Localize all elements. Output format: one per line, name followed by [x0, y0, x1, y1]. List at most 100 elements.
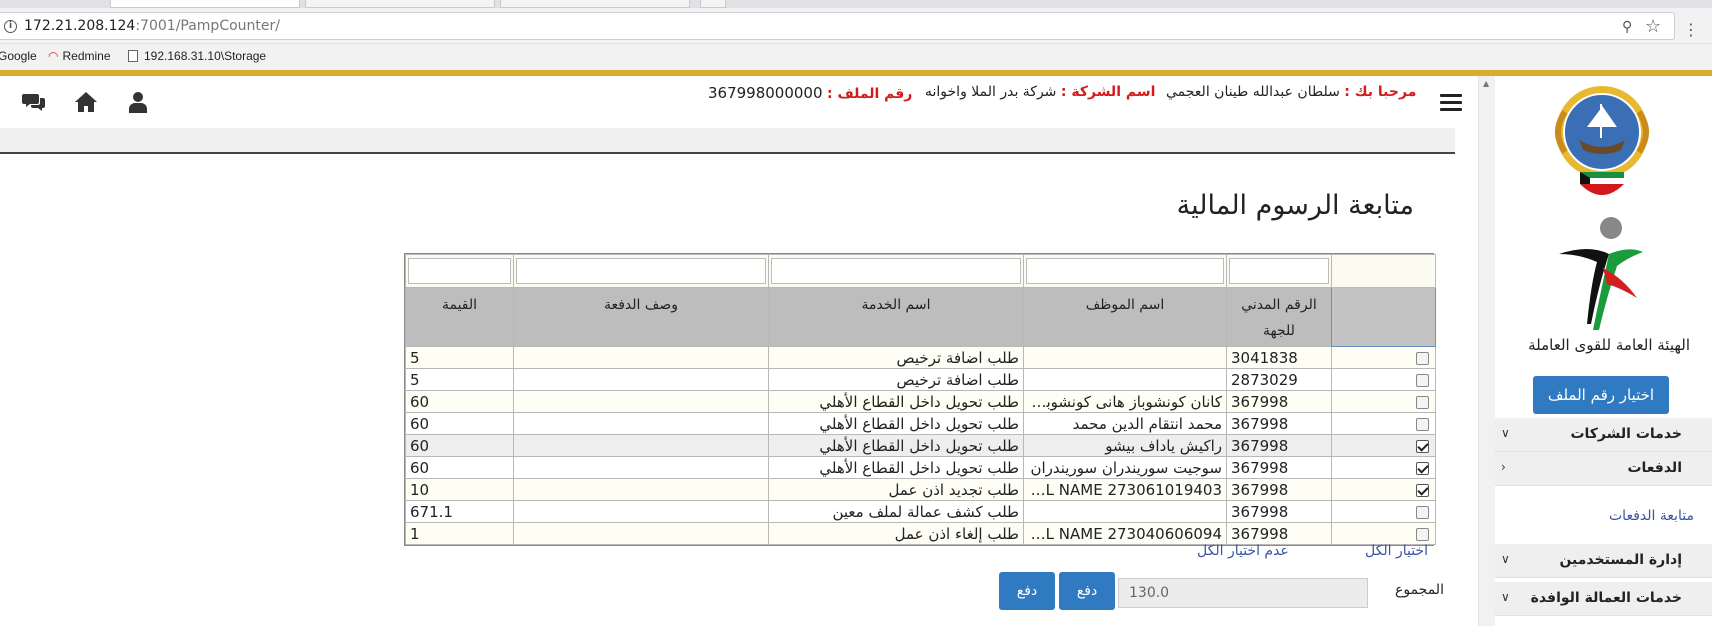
filter-cell — [1023, 254, 1227, 288]
user-icon[interactable] — [126, 90, 150, 114]
header-separator — [0, 128, 1455, 154]
chevron-down-icon: ∨ — [1501, 590, 1510, 604]
payment-description-cell — [513, 390, 769, 413]
row-checkbox[interactable] — [1416, 373, 1429, 387]
row-checkbox[interactable] — [1416, 439, 1429, 453]
company-name: اسم الشركة : شركة بدر الملا واخوانه — [925, 84, 1156, 100]
table-row[interactable]: 367998 راكيش ياداف بيشو طلب تحويل داخل الق… — [405, 434, 1436, 457]
column-header-amount[interactable]: القيمة — [405, 287, 514, 347]
service-name-cell: طلب اضافة ترخيص — [768, 368, 1024, 391]
table-row[interactable]: 367998 NULL NAME 273061019403 طلب تجديد اذ… — [405, 478, 1436, 501]
pay-button-secondary[interactable]: دفع — [999, 572, 1055, 610]
filter-description-input[interactable] — [516, 258, 766, 284]
filter-employee-input[interactable] — [1026, 258, 1224, 284]
url-text[interactable]: 172.21.208.124:7001/PampCounter/ — [24, 18, 280, 34]
redmine-icon: ◠ — [48, 49, 59, 63]
scroll-up-icon[interactable]: ▲ — [1483, 79, 1489, 88]
amount-cell: 671.1 — [405, 500, 514, 523]
browser-tab[interactable] — [500, 0, 690, 8]
table-row[interactable]: 367998 محمد انتقام الدين محمد طلب تحويل دا… — [405, 412, 1436, 435]
row-checkbox-cell — [1331, 478, 1436, 501]
amount-cell: 10 — [405, 478, 514, 501]
employee-name-cell: محمد انتقام الدين محمد — [1023, 412, 1227, 435]
column-header-select[interactable] — [1331, 287, 1436, 347]
hamburger-menu-icon[interactable] — [1440, 94, 1462, 115]
service-name-cell: طلب كشف عمالة لملف معين — [768, 500, 1024, 523]
sidebar: الهيئة العامة للقوى العاملة اختيار رقم ا… — [1495, 76, 1712, 626]
info-icon[interactable]: i — [4, 20, 17, 33]
table-row[interactable]: 3041838 طلب اضافة ترخيص 5 — [405, 346, 1436, 369]
column-header-description[interactable]: وصف الدفعة — [513, 287, 769, 347]
amount-cell: 1 — [405, 522, 514, 545]
row-checkbox[interactable] — [1416, 395, 1429, 409]
row-checkbox[interactable] — [1416, 351, 1429, 365]
page-title: متابعة الرسوم المالية — [1176, 190, 1414, 221]
column-header-service[interactable]: اسم الخدمة — [768, 287, 1024, 347]
row-checkbox[interactable] — [1416, 461, 1429, 475]
civil-number-cell: 367998 — [1226, 412, 1332, 435]
amount-cell: 5 — [405, 346, 514, 369]
deselect-all-link[interactable]: عدم اختيار الكل — [1197, 543, 1289, 559]
service-name-cell: طلب تحويل داخل القطاع الأهلي — [768, 456, 1024, 479]
welcome-user: مرحبا بك : سلطان عبدالله طينان العجمي — [1166, 84, 1417, 100]
bookmark-star-icon[interactable]: ☆ — [1645, 16, 1661, 37]
service-name-cell: طلب تحويل داخل القطاع الأهلي — [768, 390, 1024, 413]
civil-number-cell: 367998 — [1226, 522, 1332, 545]
amount-cell: 5 — [405, 368, 514, 391]
menu-payments[interactable]: الدفعات ‹ — [1495, 452, 1712, 486]
civil-number-cell: 367998 — [1226, 456, 1332, 479]
bookmark-storage[interactable]: 192.168.31.10\Storage — [128, 49, 266, 63]
menu-company-services[interactable]: خدمات الشركات ∨ — [1495, 418, 1712, 452]
browser-tab[interactable] — [305, 0, 495, 8]
filter-civil-input[interactable] — [1229, 258, 1329, 284]
amount-cell: 60 — [405, 456, 514, 479]
civil-number-cell: 367998 — [1226, 500, 1332, 523]
row-checkbox[interactable] — [1416, 505, 1429, 519]
chevron-left-icon: ‹ — [1501, 460, 1506, 474]
filter-row — [405, 254, 1436, 288]
submenu-payments-tracking[interactable]: متابعة الدفعات — [1495, 488, 1712, 544]
table-row[interactable]: 367998 NULL NAME 273040606094 طلب إلغاء اذ… — [405, 522, 1436, 545]
chevron-down-icon: ∨ — [1501, 426, 1510, 440]
row-checkbox-cell — [1331, 522, 1436, 545]
menu-user-management[interactable]: إدارة المستخدمين ∨ — [1495, 544, 1712, 578]
employee-name-cell: راكيش ياداف بيشو — [1023, 434, 1227, 457]
bookmark-google[interactable]: Google — [0, 49, 37, 63]
menu-expat-services[interactable]: خدمات العمالة الوافدة ∨ — [1495, 582, 1712, 616]
bookmark-redmine[interactable]: ◠ Redmine — [48, 49, 111, 63]
row-checkbox[interactable] — [1416, 483, 1429, 497]
civil-number-cell: 3041838 — [1226, 346, 1332, 369]
row-checkbox[interactable] — [1416, 527, 1429, 541]
employee-name-cell: سوجيت سوريندران سوريندران — [1023, 456, 1227, 479]
employee-name-cell — [1023, 500, 1227, 523]
key-icon[interactable]: ⚲ — [1622, 19, 1632, 35]
amount-cell: 60 — [405, 434, 514, 457]
filter-amount-input[interactable] — [408, 258, 511, 284]
pay-button[interactable]: دفع — [1059, 572, 1115, 610]
filter-service-input[interactable] — [771, 258, 1021, 284]
filter-cell — [405, 254, 514, 288]
table-row[interactable]: 367998كانان كونشوباز هانى كونشوباز هانىط… — [405, 390, 1436, 413]
row-checkbox-cell — [1331, 390, 1436, 413]
header-row: الرقم المدني للجهة اسم الموظف اسم الخدمة… — [405, 287, 1436, 347]
browser-tab-active[interactable] — [110, 0, 300, 8]
choose-file-number-button[interactable]: اختيار رقم الملف — [1533, 376, 1669, 414]
table-row[interactable]: 367998 طلب كشف عمالة لملف معين 671.1 — [405, 500, 1436, 523]
row-checkbox-cell — [1331, 412, 1436, 435]
amount-cell: 60 — [405, 390, 514, 413]
url-field[interactable]: i 172.21.208.124:7001/PampCounter/ ⚲ ☆ — [0, 12, 1675, 40]
scrollbar[interactable]: ▲ — [1478, 76, 1495, 626]
row-checkbox-cell — [1331, 346, 1436, 369]
browser-menu-icon[interactable]: ⋮ — [1683, 22, 1699, 38]
column-header-civil[interactable]: الرقم المدني للجهة — [1226, 287, 1332, 347]
new-tab-button[interactable] — [700, 0, 726, 8]
bookmarks-bar: Google ◠ Redmine 192.168.31.10\Storage — [0, 44, 1712, 70]
column-header-employee[interactable]: اسم الموظف — [1023, 287, 1227, 347]
home-icon[interactable] — [74, 90, 98, 114]
chat-icon[interactable] — [22, 90, 46, 114]
table-row[interactable]: 367998 سوجيت سوريندران سوريندران طلب تحويل… — [405, 456, 1436, 479]
table-row[interactable]: 2873029 طلب اضافة ترخيص 5 — [405, 368, 1436, 391]
row-checkbox[interactable] — [1416, 417, 1429, 431]
select-all-link[interactable]: اختيار الكل — [1365, 543, 1428, 559]
payment-description-cell — [513, 456, 769, 479]
